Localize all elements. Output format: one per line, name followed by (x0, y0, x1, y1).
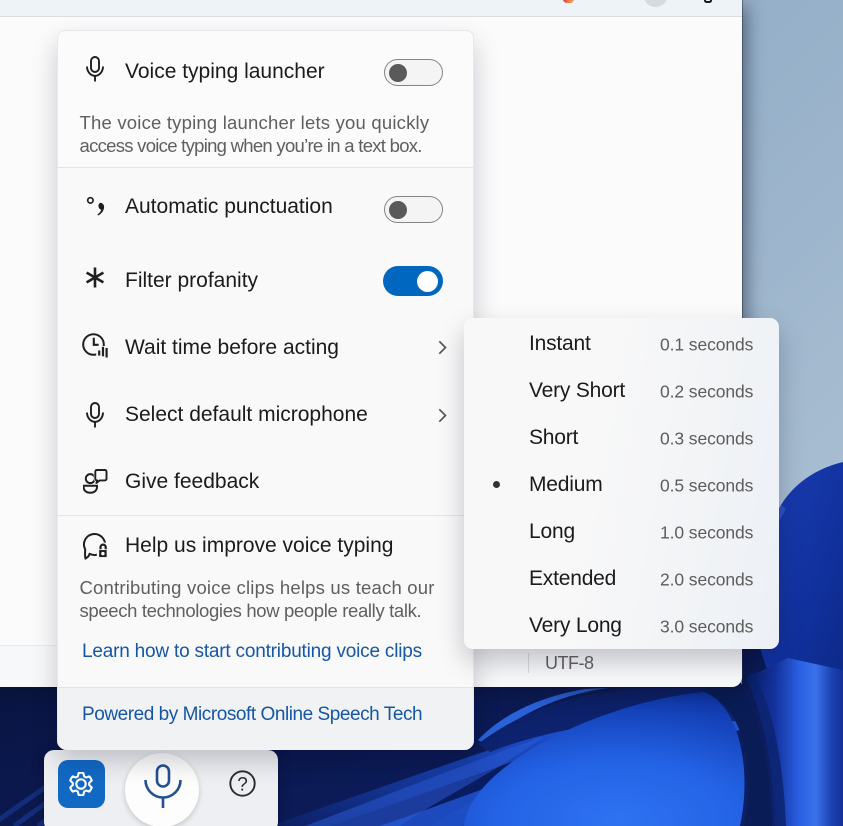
svg-text:?: ? (237, 775, 248, 796)
